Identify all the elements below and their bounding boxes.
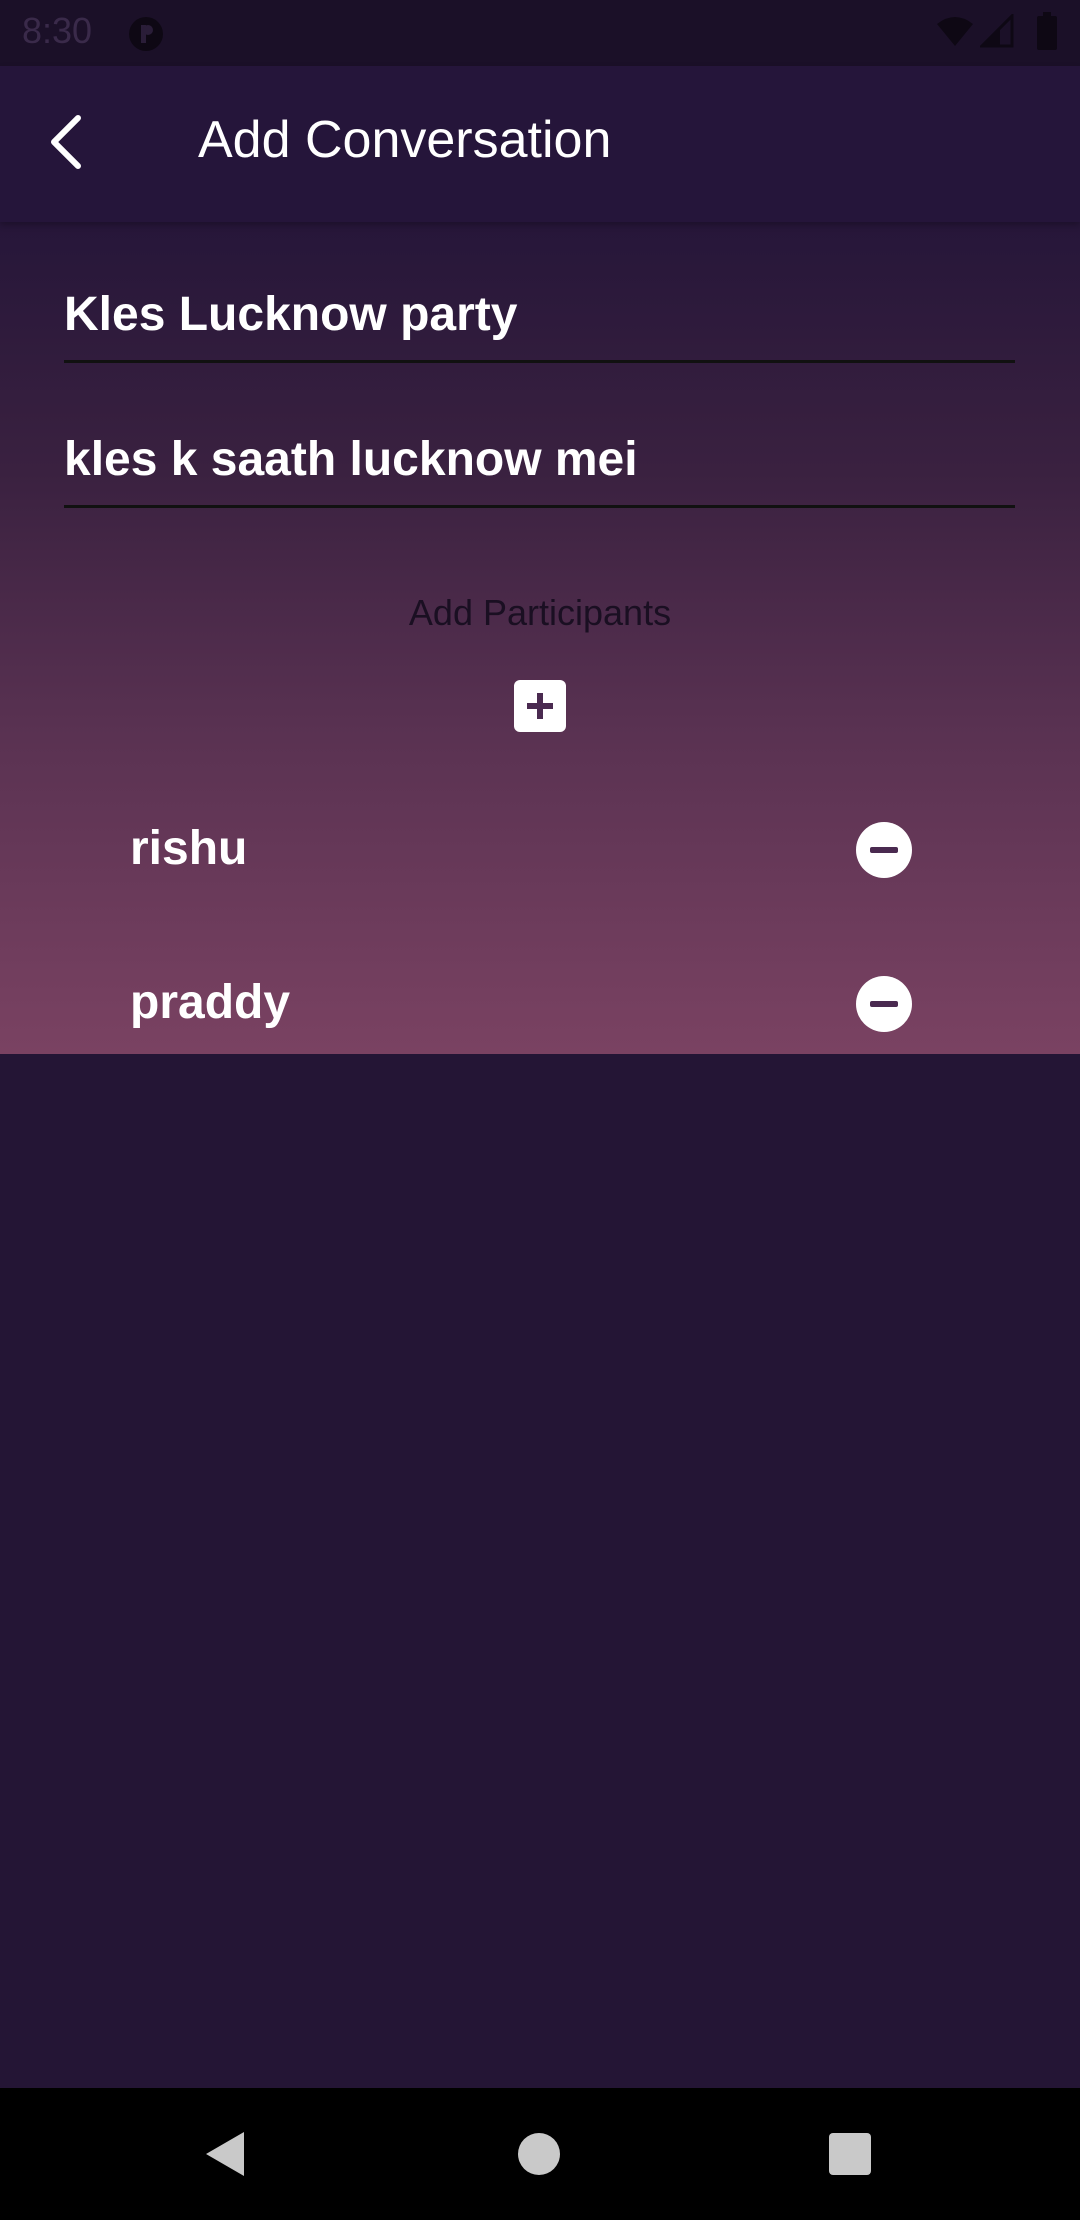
status-bar: 8:30 (0, 0, 1080, 66)
remove-participant-button[interactable] (856, 976, 912, 1032)
page-title: Add Conversation (198, 111, 612, 169)
add-participants-heading: Add Participants (408, 592, 672, 633)
participant-item: praddy (130, 958, 920, 1048)
minus-circle-icon (870, 1001, 898, 1007)
conversation-name-field[interactable]: Kles Lucknow party (64, 270, 1015, 363)
participant-name: praddy (130, 976, 291, 1029)
participant-name: rishu (130, 822, 248, 875)
wifi-icon (936, 16, 974, 48)
conversation-description-field[interactable]: kles k saath lucknow mei (64, 415, 1015, 508)
chevron-left-icon (51, 115, 81, 169)
minus-circle-icon (870, 847, 898, 853)
conversation-form: Kles Lucknow party kles k saath lucknow … (0, 222, 1080, 1054)
signal-icon (978, 12, 1014, 48)
plus-square-icon (527, 693, 553, 719)
screen: 8:30 Add Conversation Kles Lucknow party… (0, 0, 1080, 2220)
remove-participant-button[interactable] (856, 822, 912, 878)
nav-back-icon (206, 2132, 244, 2176)
back-button[interactable] (30, 106, 102, 178)
nav-home-button[interactable] (518, 2133, 560, 2175)
navigation-bar (0, 2088, 1080, 2220)
app-notification-icon (128, 16, 164, 52)
status-time: 8:30 (22, 10, 93, 51)
participant-item: rishu (130, 804, 920, 894)
nav-recents-button[interactable] (829, 2133, 871, 2175)
add-participant-button[interactable] (514, 680, 566, 732)
nav-back-button[interactable] (204, 2130, 248, 2178)
app-bar: Add Conversation (0, 66, 1080, 222)
battery-icon (1036, 12, 1058, 50)
